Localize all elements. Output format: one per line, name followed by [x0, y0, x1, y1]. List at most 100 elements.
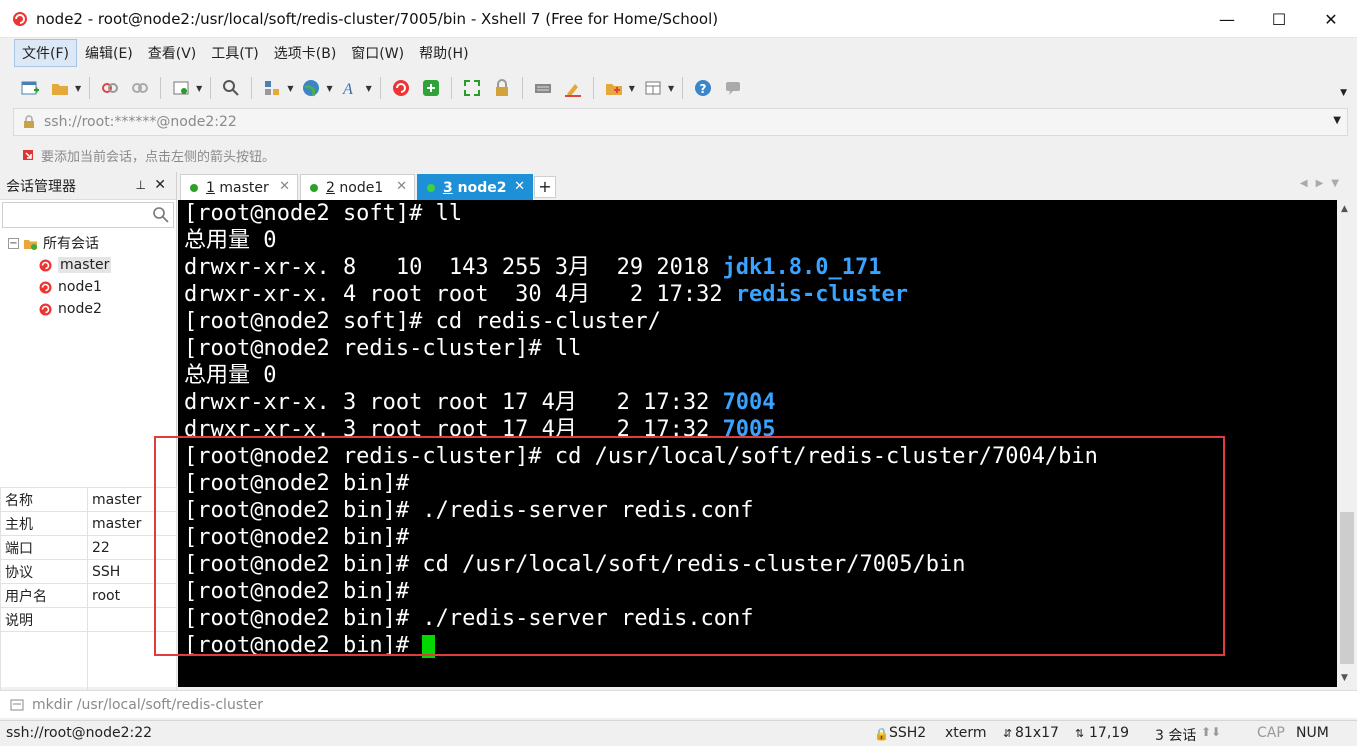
terminal-line: drwxr-xr-x. 3 root root 17 4月 2 17:32 70… — [184, 390, 776, 415]
new-tab-folder-icon[interactable] — [602, 76, 626, 100]
tile-window-icon[interactable] — [641, 76, 665, 100]
session-item-node1[interactable]: node1 — [0, 276, 176, 298]
property-row: 主机 master — [0, 511, 177, 536]
terminal-line: drwxr-xr-x. 4 root root 30 4月 2 17:32 re… — [184, 282, 908, 307]
fullscreen-icon[interactable] — [460, 76, 484, 100]
keyboard-icon[interactable] — [531, 76, 555, 100]
scroll-up-icon[interactable]: ▲ — [1341, 204, 1348, 214]
highlight-box — [154, 436, 1225, 656]
session-icon — [39, 303, 52, 315]
session-label: master — [58, 257, 112, 273]
collapse-icon[interactable]: − — [8, 237, 19, 249]
close-tab-icon[interactable]: ✕ — [279, 179, 290, 194]
folder-icon — [24, 239, 37, 250]
add-session-arrow-icon[interactable] — [21, 148, 35, 162]
chevron-down-icon[interactable]: ▼ — [1333, 115, 1341, 126]
session-icon — [39, 281, 52, 293]
toolbar-divider — [521, 77, 523, 99]
connect-icon[interactable] — [98, 76, 122, 100]
layout-icon[interactable] — [260, 76, 284, 100]
terminal-line: [root@node2 soft]# ll — [184, 201, 463, 226]
status-term: xterm — [945, 725, 987, 741]
add-tab-button[interactable]: + — [534, 176, 556, 198]
lock-icon: 🔒 — [874, 727, 889, 741]
tab-scroll-arrows[interactable]: ◀▶▼ — [1300, 178, 1347, 189]
lock-icon[interactable] — [490, 76, 514, 100]
menu-edit[interactable]: 编辑(E) — [78, 40, 140, 66]
tab-label: node2 — [457, 180, 507, 196]
terminal-scrollbar[interactable]: ▲ ▼ — [1337, 200, 1357, 687]
compose-bar[interactable]: mkdir /usr/local/soft/redis-cluster — [0, 690, 1357, 718]
xshell-icon[interactable] — [389, 76, 413, 100]
svg-text:A: A — [342, 81, 353, 98]
chat-icon[interactable] — [721, 76, 745, 100]
minimize-button[interactable]: — — [1201, 0, 1253, 38]
status-dot-icon — [310, 184, 318, 192]
tab-number: 1 — [206, 180, 215, 196]
compose-input[interactable]: mkdir /usr/local/soft/redis-cluster — [32, 697, 263, 713]
directory-name: 7004 — [722, 390, 776, 415]
scroll-down-icon[interactable]: ▼ — [1341, 673, 1348, 683]
close-button[interactable]: ✕ — [1305, 0, 1357, 38]
menu-tab[interactable]: 选项卡(B) — [267, 40, 344, 66]
globe-icon[interactable] — [299, 76, 323, 100]
chevron-down-icon[interactable]: ▼ — [196, 84, 202, 93]
toolbar-overflow-icon[interactable]: ▼ — [1340, 88, 1347, 98]
property-row: 说明 — [0, 607, 177, 632]
address-bar[interactable]: ssh://root:******@node2:22 ▼ — [13, 108, 1348, 136]
toolbar-divider — [89, 77, 91, 99]
highlight-icon[interactable] — [561, 76, 585, 100]
chevron-down-icon[interactable]: ▼ — [75, 84, 81, 93]
disconnect-icon[interactable] — [128, 76, 152, 100]
close-tab-icon[interactable]: ✕ — [514, 179, 525, 194]
session-item-master[interactable]: master — [0, 254, 176, 276]
position-icon: ⇅ — [1075, 727, 1085, 740]
status-sessions: 3 会话 — [1155, 728, 1197, 744]
properties-icon[interactable] — [169, 76, 193, 100]
new-session-icon[interactable] — [18, 76, 42, 100]
toolbar-divider — [251, 77, 253, 99]
menu-window[interactable]: 窗口(W) — [344, 40, 411, 66]
session-item-node2[interactable]: node2 — [0, 298, 176, 320]
pin-icon[interactable]: ⊥ — [136, 178, 146, 192]
tab-node2[interactable]: 3 node2 ✕ — [417, 174, 533, 201]
scrollbar-thumb[interactable] — [1340, 512, 1354, 664]
property-row: 名称 master — [0, 487, 177, 512]
compose-icon[interactable] — [10, 698, 24, 712]
session-properties: 名称 master 主机 master 端口 22 协议 SSH 用户名 root 说明 — [0, 487, 177, 702]
session-nav-arrows[interactable]: ⬆⬇ — [1201, 725, 1221, 739]
chevron-down-icon[interactable]: ▼ — [366, 84, 372, 93]
session-search-input[interactable] — [2, 202, 174, 228]
help-icon[interactable]: ? — [691, 76, 715, 100]
address-input[interactable]: ssh://root:******@node2:22 — [44, 114, 237, 130]
terminal-line: 总用量 0 — [184, 228, 277, 253]
open-folder-icon[interactable] — [48, 76, 72, 100]
chevron-down-icon[interactable]: ▼ — [629, 84, 635, 93]
menu-view[interactable]: 查看(V) — [141, 40, 204, 66]
tab-node1[interactable]: 2 node1 ✕ — [300, 174, 415, 201]
close-tab-icon[interactable]: ✕ — [396, 179, 407, 194]
terminal-line: drwxr-xr-x. 8 10 143 255 3月 29 2018 jdk1… — [184, 255, 882, 280]
chevron-down-icon[interactable]: ▼ — [668, 84, 674, 93]
font-icon[interactable]: A — [339, 76, 363, 100]
search-icon[interactable] — [219, 76, 243, 100]
xftp-icon[interactable] — [419, 76, 443, 100]
menu-help[interactable]: 帮助(H) — [412, 40, 475, 66]
menu-tools[interactable]: 工具(T) — [204, 40, 265, 66]
maximize-button[interactable]: ☐ — [1253, 0, 1305, 38]
toolbar-divider — [592, 77, 594, 99]
toolbar-divider — [210, 77, 212, 99]
close-pane-button[interactable]: ✕ — [154, 177, 166, 193]
search-icon[interactable] — [152, 206, 170, 224]
tree-root[interactable]: − 所有会话 — [0, 232, 176, 254]
tab-master[interactable]: 1 master ✕ — [180, 174, 298, 201]
chevron-down-icon[interactable]: ▼ — [287, 84, 293, 93]
menu-file[interactable]: 文件(F) — [14, 39, 77, 67]
toolbar-divider — [682, 77, 684, 99]
toolbar: ▼ ▼ ▼ ▼ A ▼ ▼ ▼ ? ▼ — [0, 70, 1357, 106]
chevron-down-icon[interactable]: ▼ — [326, 84, 332, 93]
directory-name: redis-cluster — [735, 282, 908, 307]
status-position: 17,19 — [1089, 725, 1130, 741]
session-label: node2 — [58, 301, 102, 317]
session-manager-header: 会话管理器 ⊥ ✕ — [0, 172, 176, 200]
